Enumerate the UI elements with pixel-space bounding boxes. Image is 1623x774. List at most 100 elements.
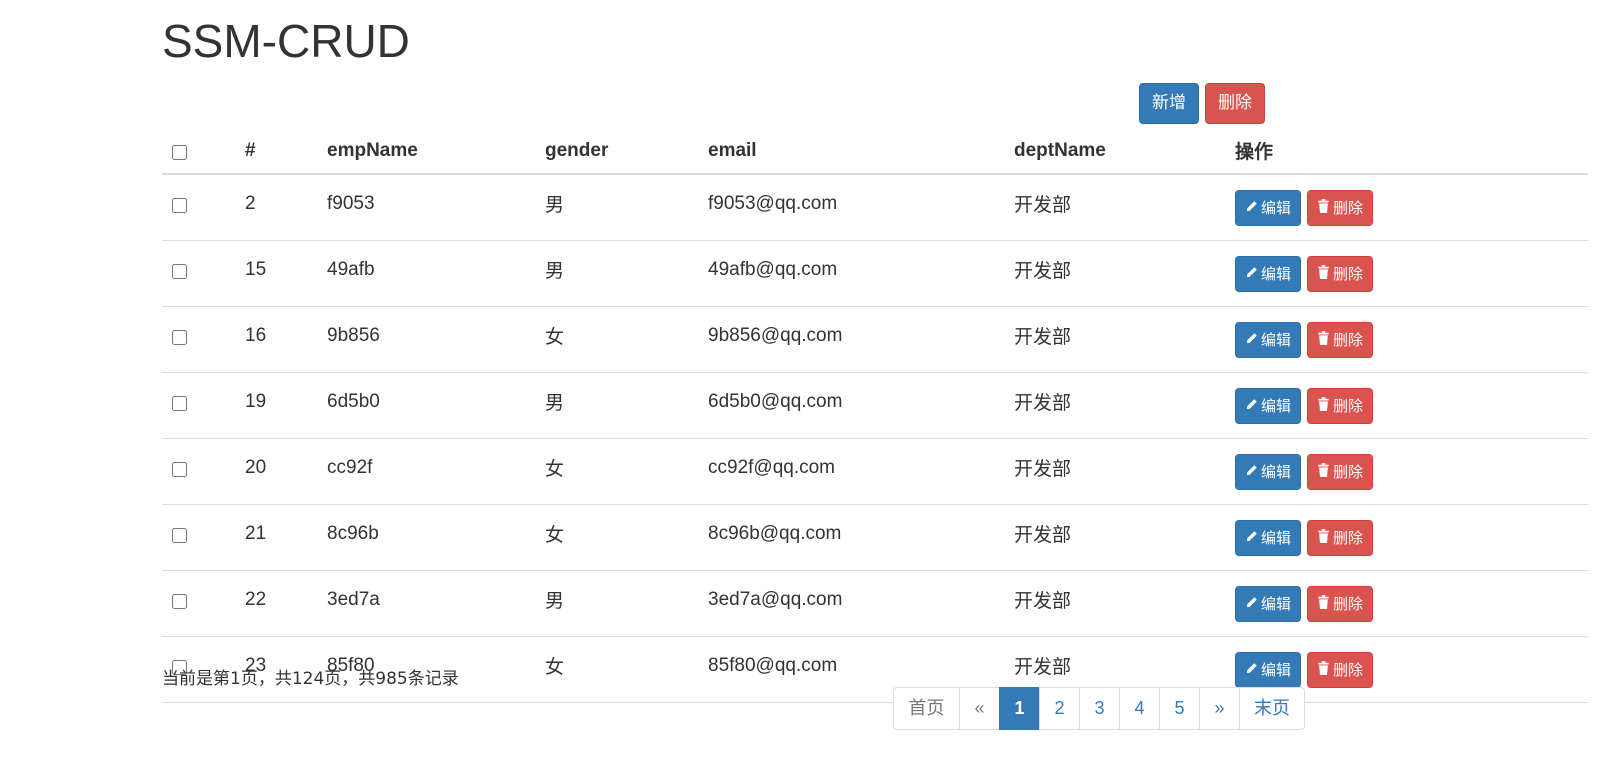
row-delete-button[interactable]: 删除: [1307, 519, 1374, 556]
column-header-id: #: [237, 128, 319, 175]
row-delete-button[interactable]: 删除: [1307, 387, 1374, 424]
cell-deptname: 开发部: [1006, 174, 1227, 241]
cell-empname: 6d5b0: [319, 372, 537, 439]
pencil-icon: [1245, 455, 1259, 489]
edit-button[interactable]: 编辑: [1235, 453, 1302, 490]
column-header-email: email: [700, 128, 1006, 175]
edit-label: 编辑: [1261, 528, 1292, 547]
cell-gender: 男: [537, 372, 700, 439]
trash-icon: [1317, 191, 1331, 225]
cell-gender: 女: [537, 306, 700, 373]
cell-gender: 女: [537, 636, 700, 703]
edit-button[interactable]: 编辑: [1235, 189, 1302, 226]
toolbar: 新增 删除: [1139, 83, 1265, 124]
cell-id: 15: [237, 240, 319, 307]
pagination-page-5[interactable]: 5: [1159, 687, 1200, 730]
pagination: 首页 « 1 2 3 4 5 » 末页: [893, 687, 1305, 730]
delete-label: 删除: [1333, 462, 1364, 481]
pagination-last[interactable]: 末页: [1239, 687, 1305, 730]
cell-empname: 49afb: [319, 240, 537, 307]
table-row: 16 9b856 女 9b856@qq.com 开发部 编辑 删除: [162, 306, 1588, 373]
row-delete-button[interactable]: 删除: [1307, 321, 1374, 358]
row-checkbox[interactable]: [172, 263, 187, 279]
cell-id: 22: [237, 570, 319, 637]
row-checkbox[interactable]: [172, 197, 187, 213]
edit-label: 编辑: [1261, 198, 1292, 217]
row-select-cell: [162, 240, 237, 307]
table-row: 2 f9053 男 f9053@qq.com 开发部 编辑 删除: [162, 174, 1588, 241]
select-all-checkbox[interactable]: [172, 145, 187, 160]
edit-label: 编辑: [1261, 264, 1292, 283]
edit-button[interactable]: 编辑: [1235, 321, 1302, 358]
delete-label: 删除: [1333, 660, 1364, 679]
pagination-page-1[interactable]: 1: [999, 687, 1040, 730]
trash-icon: [1317, 455, 1331, 489]
cell-deptname: 开发部: [1006, 504, 1227, 571]
pencil-icon: [1245, 323, 1259, 357]
row-delete-button[interactable]: 删除: [1307, 651, 1374, 688]
trash-icon: [1317, 587, 1331, 621]
row-checkbox[interactable]: [172, 593, 187, 609]
edit-label: 编辑: [1261, 594, 1292, 613]
cell-email: f9053@qq.com: [700, 174, 1006, 241]
table-header-row: # empName gender email deptName 操作: [162, 128, 1588, 175]
pagination-first[interactable]: 首页: [893, 687, 960, 730]
edit-label: 编辑: [1261, 462, 1292, 481]
pagination-prev[interactable]: «: [959, 687, 1000, 730]
row-checkbox[interactable]: [172, 395, 187, 411]
cell-id: 2: [237, 174, 319, 241]
edit-button[interactable]: 编辑: [1235, 519, 1302, 556]
pagination-page-4[interactable]: 4: [1119, 687, 1160, 730]
cell-actions: 编辑 删除: [1227, 306, 1588, 373]
cell-gender: 男: [537, 240, 700, 307]
row-checkbox[interactable]: [172, 461, 187, 477]
pagination-next[interactable]: »: [1199, 687, 1240, 730]
delete-label: 删除: [1333, 330, 1364, 349]
edit-button[interactable]: 编辑: [1235, 585, 1302, 622]
cell-empname: cc92f: [319, 438, 537, 505]
delete-label: 删除: [1333, 528, 1364, 547]
cell-email: 3ed7a@qq.com: [700, 570, 1006, 637]
add-button[interactable]: 新增: [1139, 83, 1199, 124]
pagination-page-3[interactable]: 3: [1079, 687, 1120, 730]
edit-button[interactable]: 编辑: [1235, 387, 1302, 424]
row-delete-button[interactable]: 删除: [1307, 453, 1374, 490]
pagination-page-2[interactable]: 2: [1039, 687, 1080, 730]
delete-label: 删除: [1333, 264, 1364, 283]
delete-label: 删除: [1333, 198, 1364, 217]
pencil-icon: [1245, 587, 1259, 621]
cell-gender: 男: [537, 174, 700, 241]
page-title: SSM-CRUD: [162, 15, 410, 67]
cell-actions: 编辑 删除: [1227, 372, 1588, 439]
cell-actions: 编辑 删除: [1227, 438, 1588, 505]
row-select-cell: [162, 570, 237, 637]
cell-email: 9b856@qq.com: [700, 306, 1006, 373]
column-header-deptname: deptName: [1006, 128, 1227, 175]
cell-actions: 编辑 删除: [1227, 174, 1588, 241]
table-row: 15 49afb 男 49afb@qq.com 开发部 编辑 删除: [162, 240, 1588, 307]
row-delete-button[interactable]: 删除: [1307, 585, 1374, 622]
pencil-icon: [1245, 257, 1259, 291]
row-delete-button[interactable]: 删除: [1307, 189, 1374, 226]
cell-id: 16: [237, 306, 319, 373]
row-select-cell: [162, 174, 237, 241]
column-header-actions: 操作: [1227, 128, 1588, 175]
cell-email: 6d5b0@qq.com: [700, 372, 1006, 439]
edit-button[interactable]: 编辑: [1235, 651, 1302, 688]
cell-empname: 8c96b: [319, 504, 537, 571]
cell-email: 8c96b@qq.com: [700, 504, 1006, 571]
cell-email: 49afb@qq.com: [700, 240, 1006, 307]
edit-button[interactable]: 编辑: [1235, 255, 1302, 292]
table-row: 21 8c96b 女 8c96b@qq.com 开发部 编辑 删除: [162, 504, 1588, 571]
page-info: 当前是第1页，共124页，共985条记录: [162, 669, 459, 689]
row-checkbox[interactable]: [172, 527, 187, 543]
cell-id: 20: [237, 438, 319, 505]
delete-selected-button[interactable]: 删除: [1205, 83, 1265, 124]
row-checkbox[interactable]: [172, 329, 187, 345]
cell-actions: 编辑 删除: [1227, 570, 1588, 637]
cell-gender: 女: [537, 438, 700, 505]
cell-deptname: 开发部: [1006, 372, 1227, 439]
row-select-cell: [162, 306, 237, 373]
trash-icon: [1317, 323, 1331, 357]
row-delete-button[interactable]: 删除: [1307, 255, 1374, 292]
